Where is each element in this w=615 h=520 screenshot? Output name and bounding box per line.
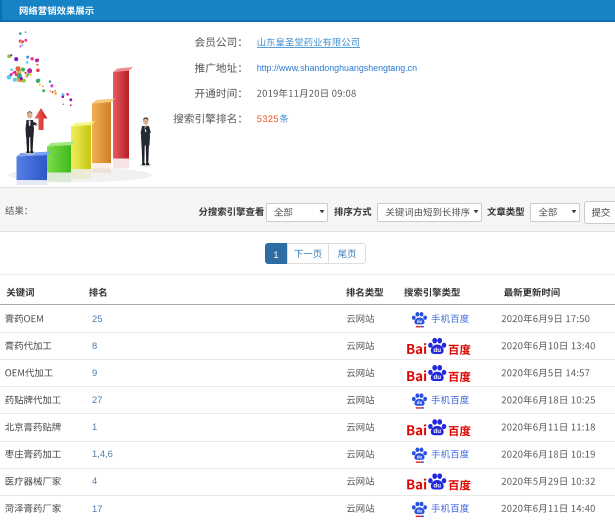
svg-text:du: du	[417, 400, 423, 405]
svg-text:du: du	[433, 374, 441, 381]
svg-text:du: du	[417, 509, 423, 514]
svg-text:du: du	[417, 454, 423, 459]
svg-text:du: du	[433, 347, 441, 354]
svg-text:du: du	[417, 319, 423, 324]
svg-text:du: du	[433, 482, 441, 489]
svg-text:du: du	[433, 428, 441, 435]
